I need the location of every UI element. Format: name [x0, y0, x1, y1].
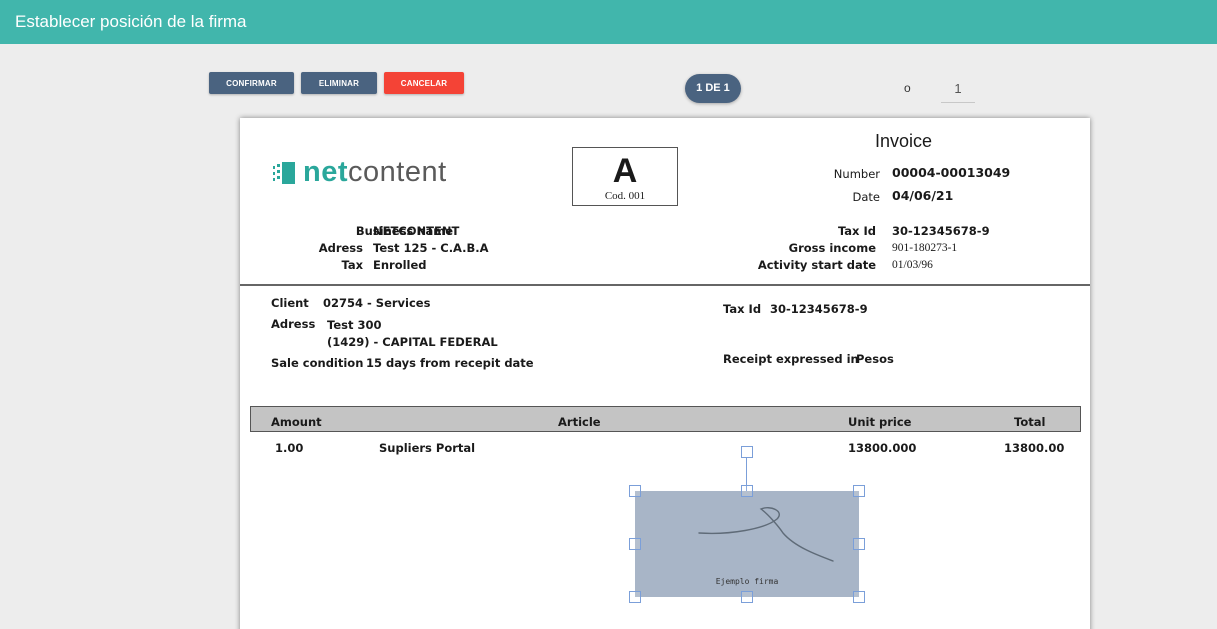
invoice-type-letter: A: [612, 152, 638, 190]
column-article: Article: [558, 415, 601, 429]
column-unit-price: Unit price: [848, 415, 912, 429]
client-value: 02754 - Services: [323, 296, 431, 310]
invoice-type-box: A Cod. 001: [572, 147, 678, 206]
confirm-button[interactable]: CONFIRMAR: [209, 72, 294, 94]
receipt-expressed-label: Receipt expressed in: [723, 352, 859, 366]
client-adress-line1: Test 300: [327, 318, 382, 332]
activity-start-label: Activity start date: [757, 258, 876, 272]
number-label: Number: [833, 167, 880, 181]
signature-sample-icon: [698, 507, 834, 562]
logo-wordmark: netcontent: [303, 156, 447, 188]
gross-income-label: Gross income: [788, 241, 876, 255]
adress-value: Test 125 - C.A.B.A: [373, 241, 489, 255]
row-unit-price: 13800.000: [848, 441, 917, 455]
invoice-type-code: Cod. 001: [604, 190, 646, 202]
resize-handle-top-left[interactable]: [629, 485, 641, 497]
date-value: 04/06/21: [892, 188, 954, 203]
items-table-header: [250, 406, 1081, 432]
taxid-value: 30-12345678-9: [892, 224, 990, 238]
header-divider: [240, 284, 1090, 286]
page-number-input[interactable]: [941, 74, 975, 103]
delete-button[interactable]: ELIMINAR: [301, 72, 377, 94]
page-or-label: o: [904, 81, 911, 95]
sale-condition-value: 15 days from recepit date: [366, 356, 534, 370]
rotate-handle[interactable]: [741, 446, 753, 458]
resize-handle-left[interactable]: [629, 538, 641, 550]
tax-label: Tax: [341, 258, 363, 272]
row-total: 13800.00: [1004, 441, 1065, 455]
document-preview: netcontent A Cod. 001 Invoice Number 000…: [240, 118, 1090, 629]
sale-condition-label: Sale condition: [271, 356, 364, 370]
receipt-expressed-value: Pesos: [856, 352, 894, 366]
client-taxid-value: 30-12345678-9: [770, 302, 868, 316]
resize-handle-top[interactable]: [741, 485, 753, 497]
adress-label: Adress: [318, 241, 363, 255]
taxid-label: Tax Id: [837, 224, 876, 238]
client-label: Client: [271, 296, 309, 310]
activity-start-value: 01/03/96: [892, 259, 933, 271]
netcontent-logo-icon: [273, 161, 295, 184]
cancel-button[interactable]: CANCELAR: [384, 72, 464, 94]
resize-handle-bottom[interactable]: [741, 591, 753, 603]
column-amount: Amount: [271, 415, 322, 429]
page-header: Establecer posición de la firma: [0, 0, 1217, 44]
signature-caption: Ejemplo firma: [715, 577, 779, 586]
resize-handle-bottom-right[interactable]: [853, 591, 865, 603]
resize-handle-bottom-left[interactable]: [629, 591, 641, 603]
row-article: Supliers Portal: [379, 441, 476, 455]
tax-value: Enrolled: [373, 258, 427, 272]
gross-income-value: 901-180273-1: [892, 242, 958, 254]
client-adress-label: Adress: [271, 317, 316, 331]
business-name-value: NETCONTENT: [373, 224, 460, 238]
column-total: Total: [1014, 415, 1046, 429]
client-taxid-label: Tax Id: [723, 302, 762, 316]
page-indicator: 1 DE 1: [685, 74, 741, 103]
company-logo: netcontent: [273, 156, 447, 189]
number-value: 00004-00013049: [892, 165, 1011, 180]
resize-handle-top-right[interactable]: [853, 485, 865, 497]
row-amount: 1.00: [275, 441, 304, 455]
invoice-title: Invoice: [875, 131, 933, 151]
resize-handle-right[interactable]: [853, 538, 865, 550]
client-adress-line2: (1429) - CAPITAL FEDERAL: [327, 335, 498, 349]
signature-box[interactable]: Ejemplo firma: [635, 491, 859, 597]
date-label: Date: [852, 190, 881, 204]
